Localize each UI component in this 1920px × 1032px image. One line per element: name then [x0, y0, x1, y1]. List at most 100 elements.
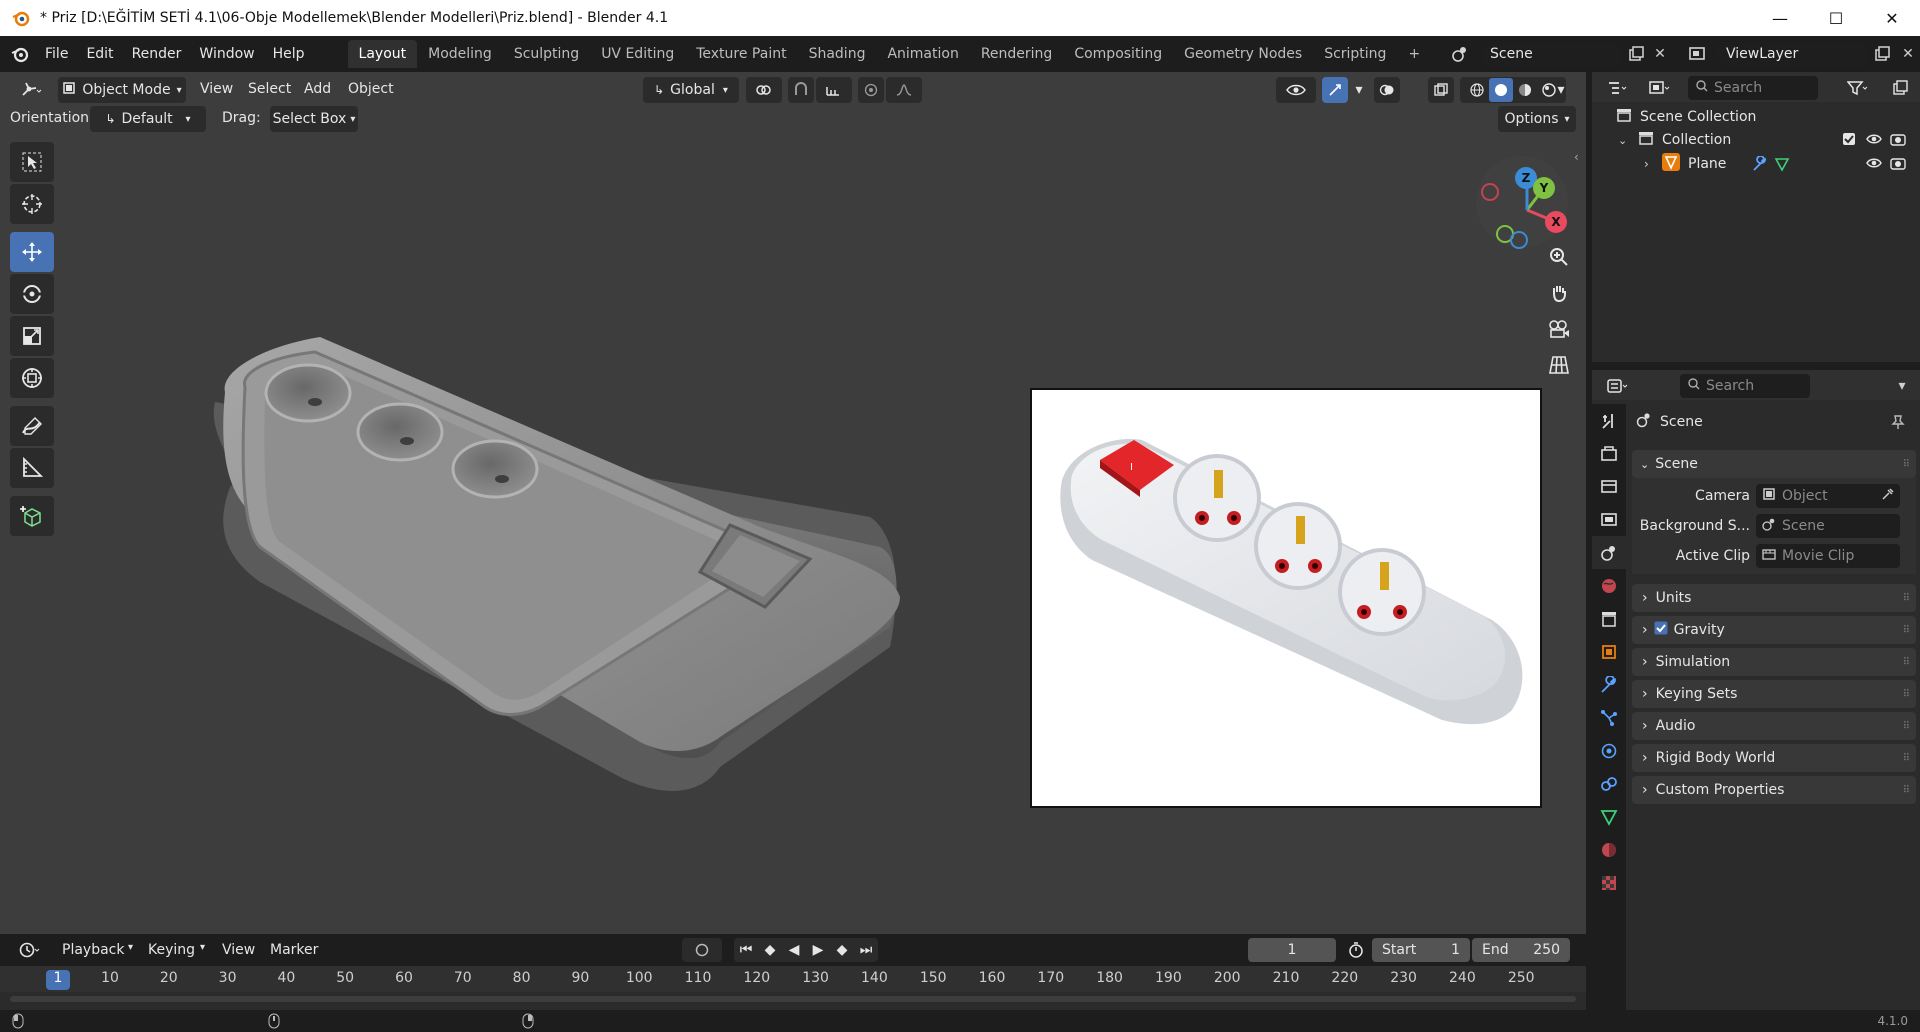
- chevron-left-icon[interactable]: ‹: [1574, 150, 1579, 164]
- display-mode-icon[interactable]: [1642, 76, 1678, 100]
- view-layer-tab-icon[interactable]: [1592, 503, 1626, 536]
- new-viewlayer-icon[interactable]: [1870, 42, 1894, 66]
- camera-render-icon[interactable]: [1890, 156, 1906, 174]
- drag-handle-icon[interactable]: ⠿: [1903, 785, 1910, 796]
- pin-icon[interactable]: [1886, 410, 1910, 434]
- simulation-panel-header[interactable]: › Simulation ⠿: [1632, 648, 1916, 676]
- timeline-editor[interactable]: Playback ▾ Keying ▾ View Marker ⏮ ◆ ◀ ▶ …: [0, 934, 1586, 1012]
- menu-render[interactable]: Render: [123, 46, 191, 62]
- texture-tab-icon[interactable]: [1592, 866, 1626, 899]
- gizmo-y-axis[interactable]: Y: [1533, 177, 1555, 199]
- pan-hand-icon[interactable]: [1542, 276, 1576, 310]
- add-cube-tool-icon[interactable]: [10, 496, 54, 536]
- menu-help[interactable]: Help: [264, 46, 314, 62]
- menu-view-timeline[interactable]: View: [222, 942, 255, 958]
- background-scene-field[interactable]: Scene: [1756, 514, 1900, 538]
- snap-target-dropdown[interactable]: [816, 77, 852, 103]
- new-scene-icon[interactable]: [1624, 42, 1648, 66]
- visibility-dropdown[interactable]: [1276, 77, 1316, 103]
- eye-icon[interactable]: [1866, 132, 1882, 150]
- tab-texture-paint[interactable]: Texture Paint: [685, 40, 797, 68]
- menu-marker[interactable]: Marker: [270, 942, 318, 958]
- collection-row[interactable]: ⌄ Collection: [1592, 128, 1920, 152]
- end-frame-field[interactable]: End 250: [1472, 938, 1570, 962]
- properties-editor-type-icon[interactable]: [1600, 374, 1636, 398]
- blender-menu-icon[interactable]: [10, 44, 30, 64]
- keying-sets-panel-header[interactable]: › Keying Sets ⠿: [1632, 680, 1916, 708]
- drag-handle-icon[interactable]: ⠿: [1903, 689, 1910, 700]
- drag-handle-icon[interactable]: ⠿: [1903, 753, 1910, 764]
- rigid-body-world-panel-header[interactable]: › Rigid Body World ⠿: [1632, 744, 1916, 772]
- falloff-dropdown[interactable]: [886, 77, 922, 103]
- menu-add[interactable]: Add: [304, 81, 331, 97]
- timeline-editor-type-icon[interactable]: [12, 938, 48, 962]
- tab-modeling[interactable]: Modeling: [417, 40, 503, 68]
- delete-scene-icon[interactable]: ✕: [1648, 42, 1672, 66]
- eyedropper-icon[interactable]: [1882, 488, 1894, 504]
- measure-tool-icon[interactable]: [10, 448, 54, 488]
- add-workspace-button[interactable]: +: [1397, 40, 1431, 68]
- chevron-down-icon[interactable]: ▾: [1890, 374, 1914, 398]
- tab-sculpting[interactable]: Sculpting: [503, 40, 590, 68]
- camera-render-icon[interactable]: [1890, 132, 1906, 150]
- auto-keying-toggle-icon[interactable]: [682, 938, 722, 962]
- options-dropdown[interactable]: Options ▾: [1498, 106, 1576, 132]
- zoom-icon[interactable]: [1542, 240, 1576, 274]
- power-strip-3d-model[interactable]: [200, 297, 920, 817]
- tab-rendering[interactable]: Rendering: [970, 40, 1064, 68]
- gravity-panel-header[interactable]: › Gravity ⠿: [1632, 616, 1916, 644]
- drag-handle-icon[interactable]: ⠿: [1903, 459, 1910, 470]
- drag-handle-icon[interactable]: ⠿: [1903, 593, 1910, 604]
- tab-layout[interactable]: Layout: [347, 40, 418, 68]
- scene-collection-row[interactable]: Scene Collection: [1616, 108, 1756, 126]
- tab-compositing[interactable]: Compositing: [1063, 40, 1173, 68]
- menu-select[interactable]: Select: [248, 81, 291, 97]
- viewlayer-icon[interactable]: [1686, 42, 1710, 66]
- tab-scripting[interactable]: Scripting: [1313, 40, 1397, 68]
- active-clip-field[interactable]: Movie Clip: [1756, 544, 1900, 568]
- pivot-point-dropdown[interactable]: [746, 77, 782, 103]
- units-panel-header[interactable]: › Units ⠿: [1632, 584, 1916, 612]
- scene-tab-icon[interactable]: [1592, 536, 1626, 569]
- object-mode-dropdown[interactable]: Object Mode ▾: [58, 77, 186, 103]
- collection-tab-icon[interactable]: [1592, 602, 1626, 635]
- editor-type-icon[interactable]: [10, 77, 52, 103]
- delete-viewlayer-icon[interactable]: ✕: [1896, 42, 1920, 66]
- chevron-down-icon[interactable]: ▾: [1350, 77, 1368, 103]
- mesh-data-icon[interactable]: [1774, 156, 1790, 176]
- object-tab-icon[interactable]: [1592, 635, 1626, 668]
- tab-shading[interactable]: Shading: [798, 40, 877, 68]
- menu-file[interactable]: File: [36, 46, 77, 62]
- scale-tool-icon[interactable]: [10, 316, 54, 356]
- outliner-editor-type-icon[interactable]: [1600, 76, 1636, 100]
- chevron-right-icon[interactable]: ›: [1644, 157, 1658, 171]
- play-icon[interactable]: ▶: [806, 942, 830, 958]
- menu-object[interactable]: Object: [348, 81, 394, 97]
- xray-toggle-icon[interactable]: [1428, 77, 1454, 103]
- gizmo-toggle-icon[interactable]: [1322, 77, 1348, 103]
- data-tab-icon[interactable]: [1592, 800, 1626, 833]
- render-tab-icon[interactable]: [1592, 437, 1626, 470]
- audio-panel-header[interactable]: › Audio ⠿: [1632, 712, 1916, 740]
- timeline-scrollbar[interactable]: [10, 996, 1576, 1002]
- menu-view[interactable]: View: [200, 81, 233, 97]
- tab-uv-editing[interactable]: UV Editing: [590, 40, 685, 68]
- chevron-down-icon[interactable]: ▾: [1552, 77, 1570, 103]
- jump-to-keyframe-forward-icon[interactable]: ◆: [830, 942, 854, 958]
- eye-icon[interactable]: [1866, 156, 1882, 174]
- jump-to-end-icon[interactable]: ⏭: [854, 942, 878, 958]
- camera-view-icon[interactable]: [1542, 312, 1576, 346]
- outliner-search-input[interactable]: Search: [1688, 76, 1818, 100]
- transform-orientation-dropdown[interactable]: ↳ Global ▾: [643, 77, 739, 103]
- camera-field[interactable]: Object: [1756, 484, 1900, 508]
- reference-image[interactable]: I: [1030, 388, 1542, 808]
- frame-ruler[interactable]: 1 10 20 30 40 50 60 70 80 90 100 110 120 130 140 150 160…: [0, 966, 1586, 992]
- tool-tab-icon[interactable]: [1592, 404, 1626, 437]
- overlay-toggle-icon[interactable]: [1374, 77, 1400, 103]
- start-frame-field[interactable]: Start 1: [1372, 938, 1470, 962]
- minimize-button[interactable]: —: [1752, 0, 1808, 36]
- scene-selector[interactable]: Scene: [1482, 42, 1622, 66]
- transform-tool-icon[interactable]: [10, 358, 54, 398]
- modifier-tab-icon[interactable]: [1592, 668, 1626, 701]
- properties-search-input[interactable]: Search: [1680, 374, 1810, 398]
